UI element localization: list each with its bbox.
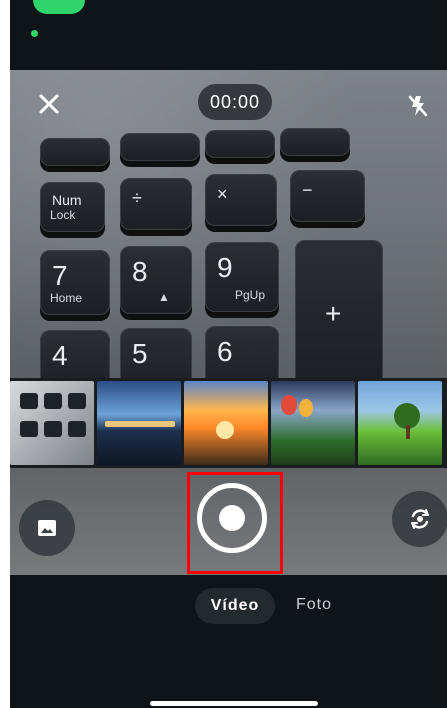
keyboard-key <box>120 133 200 161</box>
keyboard-key <box>68 393 86 409</box>
flash-off-icon <box>408 95 428 117</box>
keyboard-key: 8 ▲ <box>120 246 192 314</box>
keyboard-key: Num Lock <box>40 182 105 232</box>
keyboard-key: 7 Home <box>40 250 110 315</box>
close-icon <box>39 94 59 114</box>
recording-timer: 00:00 <box>198 84 272 120</box>
flip-camera-icon <box>411 509 429 529</box>
mode-video-tab[interactable]: Vídeo <box>195 588 275 624</box>
keyboard-key <box>280 128 350 156</box>
gallery-icon <box>38 520 56 536</box>
thumbnail-sunset-beach[interactable] <box>184 381 268 465</box>
keyboard-key <box>40 138 110 166</box>
thumbnail-tree-field[interactable] <box>358 381 442 465</box>
thumbnail-harbor-night[interactable] <box>97 381 181 465</box>
left-edge-strip <box>0 0 10 708</box>
keyboard-key <box>68 421 86 437</box>
keyboard-key: ÷ <box>120 178 192 230</box>
keyboard-key <box>20 393 38 409</box>
keyboard-key <box>205 130 275 158</box>
keyboard-key: − <box>290 170 365 222</box>
thumbnail-keyboard[interactable] <box>10 381 94 465</box>
tree-trunk <box>406 425 410 439</box>
flip-camera-button[interactable] <box>392 491 447 547</box>
sun <box>216 421 234 439</box>
flash-toggle-button[interactable] <box>404 92 432 120</box>
close-button[interactable] <box>35 90 63 118</box>
status-pill <box>33 0 85 14</box>
balloon <box>299 399 313 417</box>
keyboard-key: + <box>295 240 383 390</box>
status-dot <box>31 30 38 37</box>
gallery-button[interactable] <box>19 500 75 556</box>
recent-media-strip[interactable] <box>10 378 447 468</box>
keyboard-key: × <box>205 174 277 226</box>
mode-photo-tab[interactable]: Foto <box>296 596 332 614</box>
keyboard-key <box>44 393 62 409</box>
keyboard-key <box>20 421 38 437</box>
balloon <box>281 395 297 415</box>
keyboard-key <box>44 421 62 437</box>
record-icon <box>219 505 245 531</box>
keyboard-key: 9 PgUp <box>205 242 279 312</box>
thumbnail-balloons-valley[interactable] <box>271 381 355 465</box>
city-lights <box>105 421 175 427</box>
home-indicator[interactable] <box>150 701 318 706</box>
